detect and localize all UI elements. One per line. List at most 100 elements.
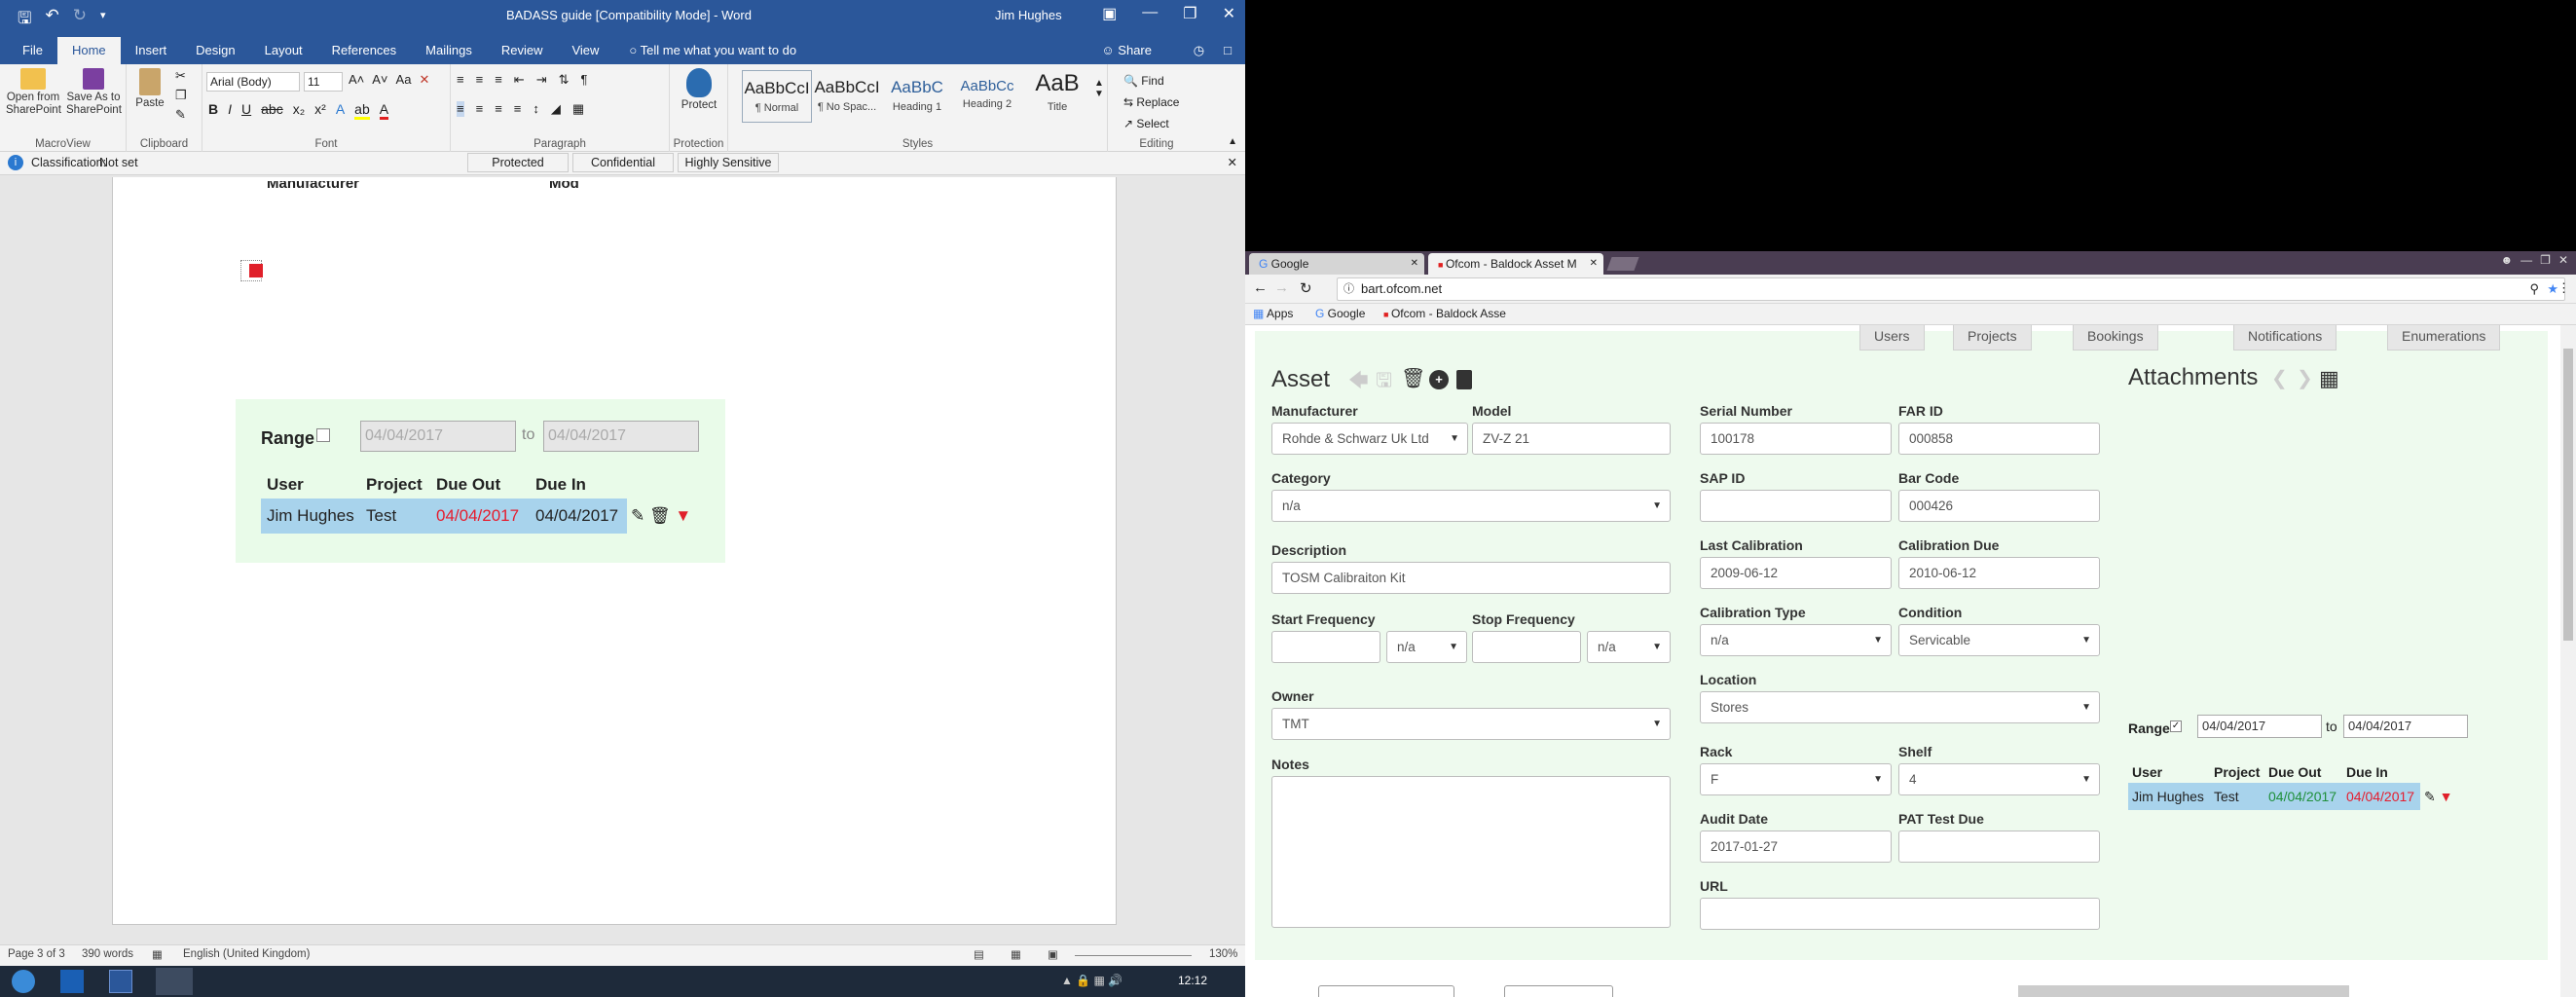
- close-tab-icon[interactable]: ✕: [1590, 253, 1598, 275]
- underline-icon[interactable]: U: [241, 101, 251, 120]
- description-input[interactable]: TOSM Calibraiton Kit: [1271, 562, 1671, 594]
- align-center-icon[interactable]: ≡: [476, 101, 484, 117]
- tab-insert[interactable]: Insert: [121, 37, 182, 64]
- tab-mailings[interactable]: Mailings: [411, 37, 487, 64]
- style-normal[interactable]: AaBbCcI ¶ Normal: [742, 70, 812, 123]
- url-input[interactable]: [1700, 898, 2100, 930]
- protect-button[interactable]: Protect: [674, 68, 724, 112]
- signed-in-user[interactable]: Jim Hughes: [995, 8, 1062, 22]
- nav-tab-bookings[interactable]: Bookings: [2073, 325, 2158, 351]
- select-button[interactable]: ↗ Select: [1123, 113, 1179, 134]
- tab-layout[interactable]: Layout: [250, 37, 317, 64]
- italic-icon[interactable]: I: [228, 101, 232, 120]
- manufacturer-select[interactable]: Rohde & Schwarz Uk Ltd ▼: [1271, 423, 1468, 455]
- chrome-taskbar-icon[interactable]: [156, 968, 193, 995]
- calibration-due-input[interactable]: 2010-06-12: [1898, 557, 2100, 589]
- restore-icon[interactable]: ❐: [2540, 253, 2551, 267]
- style-title[interactable]: AaB Title: [1022, 70, 1092, 123]
- undo-icon[interactable]: ↶: [45, 6, 58, 34]
- stop-frequency-input[interactable]: [1472, 631, 1581, 663]
- doc-table-row[interactable]: Jim Hughes Test 04/04/2017 04/04/2017 ✎ …: [261, 498, 703, 534]
- rack-select[interactable]: F ▼: [1700, 763, 1892, 795]
- highlight-icon[interactable]: ab: [354, 101, 370, 120]
- styles-scroll-icon[interactable]: ▲ ▼: [1094, 78, 1104, 99]
- stop-unit-select[interactable]: n/a ▼: [1587, 631, 1671, 663]
- bottom-button-1[interactable]: [1318, 985, 1454, 997]
- sort-icon[interactable]: ⇅: [559, 72, 570, 88]
- nav-tab-enumerations[interactable]: Enumerations: [2387, 325, 2501, 351]
- owner-select[interactable]: TMT ▼: [1271, 708, 1671, 740]
- font-color-icon[interactable]: A: [379, 101, 389, 120]
- zoom-level[interactable]: 130%: [1209, 948, 1237, 960]
- open-from-sharepoint-button[interactable]: Open from SharePoint: [6, 68, 61, 117]
- subscript-icon[interactable]: x₂: [293, 101, 305, 120]
- tab-review[interactable]: Review: [487, 37, 558, 64]
- borders-icon[interactable]: ▦: [572, 101, 584, 117]
- minimize-icon[interactable]: —: [2521, 253, 2532, 267]
- extension-icon[interactable]: ⚲: [2529, 278, 2539, 300]
- tab-references[interactable]: References: [317, 37, 411, 64]
- edit-icon[interactable]: ✎: [631, 506, 644, 525]
- start-frequency-input[interactable]: [1271, 631, 1380, 663]
- doc-range-checkbox[interactable]: [316, 428, 330, 442]
- save-icon[interactable]: 🖫: [1376, 366, 1392, 399]
- print-layout-icon[interactable]: ▦: [1011, 947, 1021, 961]
- back-arrow-icon[interactable]: 🡄: [1348, 366, 1369, 399]
- strikethrough-icon[interactable]: abc: [261, 101, 283, 120]
- save-icon[interactable]: 🖫: [18, 6, 31, 34]
- tab-home[interactable]: Home: [56, 37, 121, 64]
- range-date-from[interactable]: 04/04/2017: [2197, 715, 2322, 738]
- shading-icon[interactable]: ◢: [551, 101, 561, 117]
- justify-icon[interactable]: ≡: [514, 101, 522, 117]
- page-count[interactable]: Page 3 of 3: [8, 948, 65, 960]
- range-checkbox[interactable]: ✓: [2170, 720, 2182, 732]
- grid-view-icon[interactable]: ▦: [2319, 366, 2339, 391]
- new-tab-button[interactable]: [1606, 257, 1639, 271]
- clear-format-icon[interactable]: ✕: [419, 72, 429, 88]
- change-case-icon[interactable]: Aa: [396, 72, 412, 88]
- reload-icon[interactable]: ↻: [1300, 279, 1312, 297]
- prev-attachment-icon[interactable]: ❮: [2271, 366, 2288, 390]
- address-bar[interactable]: ⓘ bart.ofcom.net ⚲ ★: [1337, 277, 2565, 301]
- clock[interactable]: 12:12: [1178, 974, 1207, 987]
- model-input[interactable]: ZV-Z 21: [1472, 423, 1671, 455]
- bookmark-ofcom[interactable]: ■ Ofcom - Baldock Asse: [1383, 307, 1506, 320]
- menu-icon[interactable]: ⋮: [2558, 280, 2570, 296]
- replace-button[interactable]: ⇆ Replace: [1123, 92, 1179, 113]
- notes-textarea[interactable]: [1271, 776, 1671, 928]
- shrink-font-icon[interactable]: A˅: [372, 72, 387, 88]
- classification-highly-sensitive[interactable]: Highly Sensitive: [678, 153, 779, 172]
- style-no-spacing[interactable]: AaBbCcI ¶ No Spac...: [812, 70, 882, 123]
- browser-tab-ofcom[interactable]: ■ Ofcom - Baldock Asset M ✕: [1428, 253, 1603, 275]
- shelf-select[interactable]: 4 ▼: [1898, 763, 2100, 795]
- return-icon[interactable]: ▼: [675, 506, 691, 525]
- page-scrollbar[interactable]: [2560, 325, 2576, 997]
- close-icon[interactable]: ✕: [1223, 4, 1235, 23]
- document-page[interactable]: Manufacturer Mod Range 04/04/2017 to 04/…: [112, 177, 1117, 925]
- ribbon-display-icon[interactable]: ▣: [1102, 4, 1117, 23]
- minimize-icon[interactable]: —: [1142, 4, 1158, 23]
- font-size-box[interactable]: 11: [304, 72, 343, 92]
- audit-date-input[interactable]: 2017-01-27: [1700, 831, 1892, 863]
- tray-icons[interactable]: ▲ 🔒 ▦ 🔊: [1061, 974, 1122, 987]
- start-unit-select[interactable]: n/a ▼: [1386, 631, 1467, 663]
- nav-tab-users[interactable]: Users: [1859, 325, 1925, 351]
- pilcrow-icon[interactable]: ¶: [581, 72, 588, 88]
- multilevel-icon[interactable]: ≡: [495, 72, 502, 88]
- format-painter-icon[interactable]: ✎: [175, 107, 186, 123]
- sap-id-input[interactable]: [1700, 490, 1892, 522]
- line-spacing-icon[interactable]: ↕: [533, 101, 539, 117]
- close-classification-icon[interactable]: ✕: [1228, 155, 1237, 169]
- browser-tab-google[interactable]: G Google ✕: [1249, 253, 1424, 275]
- font-name-box[interactable]: Arial (Body): [206, 72, 300, 92]
- bookmark-apps[interactable]: ▦ Apps: [1253, 307, 1293, 320]
- doc-date-from[interactable]: 04/04/2017: [360, 421, 516, 452]
- share-button[interactable]: ☺ Share: [1101, 37, 1152, 64]
- web-layout-icon[interactable]: ▣: [1048, 947, 1058, 961]
- doc-date-to[interactable]: 04/04/2017: [543, 421, 699, 452]
- range-date-to[interactable]: 04/04/2017: [2343, 715, 2468, 738]
- close-tab-icon[interactable]: ✕: [1411, 253, 1418, 275]
- style-heading-2[interactable]: AaBbCc Heading 2: [952, 70, 1022, 123]
- trash-icon[interactable]: 🗑: [649, 506, 671, 525]
- profile-icon[interactable]: ☻: [2501, 253, 2514, 267]
